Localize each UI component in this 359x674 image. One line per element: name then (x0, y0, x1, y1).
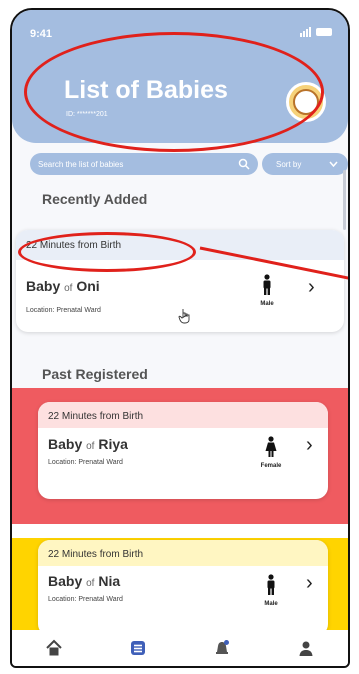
annotation-ellipse-time (18, 232, 196, 272)
gender-indicator: Male (256, 574, 286, 607)
sort-dropdown[interactable]: Sort by (262, 153, 348, 175)
bottom-nav (12, 630, 348, 666)
section-past-title: Past Registered (42, 366, 148, 382)
search-bar[interactable] (30, 153, 258, 175)
card-baby-name: Baby of Oni (26, 278, 100, 294)
sort-label: Sort by (276, 159, 302, 169)
card-location: Location: Prenatal Ward (48, 459, 123, 466)
gender-label: Male (264, 601, 278, 607)
chevron-down-icon (329, 161, 338, 167)
annotation-arrow (199, 246, 348, 280)
notification-icon[interactable] (213, 639, 231, 657)
baby-card-past-2[interactable]: 22 Minutes from Birth Baby of Nia Locati… (38, 540, 328, 636)
status-icons (300, 27, 332, 37)
baby-card-past-1[interactable]: 22 Minutes from Birth Baby of Riya Locat… (38, 402, 328, 499)
card-time: 22 Minutes from Birth (48, 411, 144, 422)
gender-label: Male (260, 301, 274, 307)
cursor-hand-icon (178, 309, 190, 324)
card-location: Location: Prenatal Ward (48, 596, 123, 603)
scrollbar[interactable] (343, 170, 346, 230)
female-icon (265, 436, 277, 457)
gender-label: Female (260, 463, 282, 469)
gender-indicator: Female (256, 436, 286, 469)
band-gap (12, 524, 348, 538)
battery-icon (316, 28, 332, 36)
chevron-right-icon[interactable]: › (306, 434, 313, 457)
profile-icon[interactable] (297, 639, 315, 657)
home-icon[interactable] (45, 639, 63, 657)
card-time: 22 Minutes from Birth (48, 549, 144, 560)
annotation-ellipse-header (24, 32, 324, 152)
section-recent-title: Recently Added (42, 191, 148, 207)
chevron-right-icon[interactable]: › (306, 572, 313, 595)
search-input[interactable] (38, 159, 238, 169)
male-icon (267, 574, 275, 595)
signal-icon (300, 27, 311, 37)
status-time: 9:41 (30, 28, 53, 40)
card-baby-name: Baby of Riya (48, 436, 128, 452)
card-location: Location: Prenatal Ward (26, 307, 101, 314)
search-icon[interactable] (238, 158, 250, 170)
list-icon[interactable] (129, 639, 147, 657)
card-baby-name: Baby of Nia (48, 573, 121, 589)
search-row: Sort by (30, 153, 348, 175)
phone-screen: 9:41 List of Babies ID: *******201 Sort … (10, 8, 350, 668)
